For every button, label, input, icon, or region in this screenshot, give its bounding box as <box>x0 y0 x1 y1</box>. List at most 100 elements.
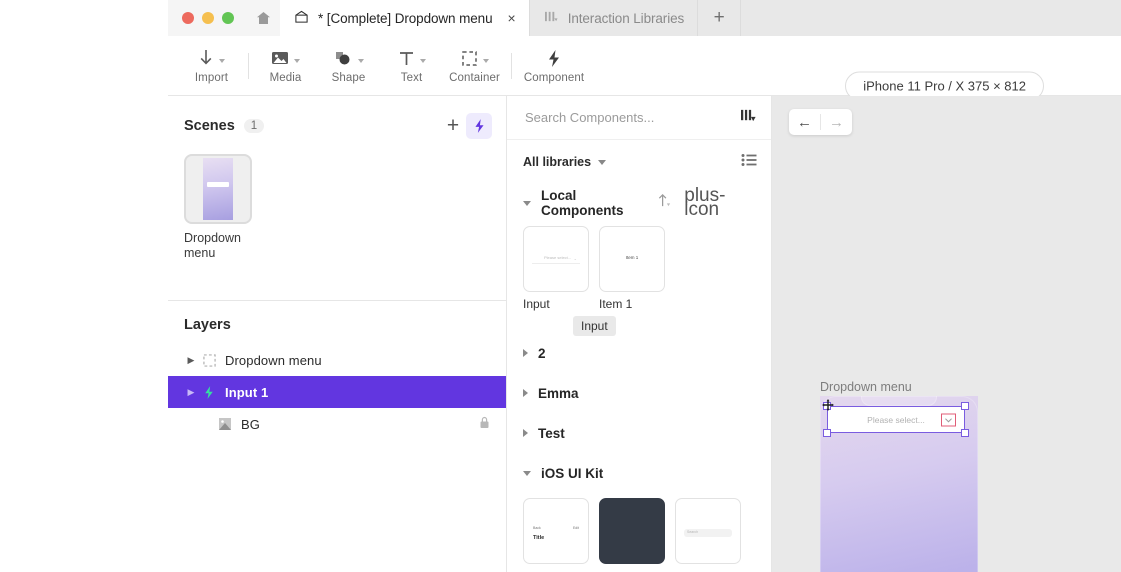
component-preview-text: Item 1 <box>625 255 639 260</box>
app-window: * [Complete] Dropdown menu × Interaction… <box>168 0 1121 572</box>
group-header-2[interactable]: 2 <box>507 333 771 373</box>
lightning-bolt-icon <box>546 47 562 69</box>
library-select[interactable]: All libraries <box>523 155 607 169</box>
resize-handle-bottom-right[interactable] <box>961 429 969 437</box>
interaction-bars-icon[interactable] <box>740 108 757 128</box>
layer-row[interactable]: ▶ Dropdown menu <box>168 344 506 376</box>
tab-complete-dropdown-menu[interactable]: * [Complete] Dropdown menu × <box>280 0 530 36</box>
scenes-header: Scenes 1 + <box>168 96 506 142</box>
component-item-item1[interactable]: Item 1 Item 1 <box>599 226 665 311</box>
chevron-right-icon[interactable]: ▶ <box>184 387 198 398</box>
layer-row-label: BG <box>241 416 260 432</box>
scenes-title: Scenes <box>184 118 235 134</box>
component-item-nav-title[interactable]: Back Edit Title <box>523 498 589 564</box>
component-preview-back: Back <box>533 526 541 530</box>
chevron-down-icon: ⌄ <box>573 256 577 261</box>
tab-interaction-libraries[interactable]: Interaction Libraries <box>529 0 699 36</box>
layer-row-selected[interactable]: ▶ Input 1 <box>168 376 506 408</box>
toolbar-item-label: Component <box>523 72 585 84</box>
home-icon[interactable] <box>246 0 280 36</box>
toolbar-text-button[interactable]: Text <box>380 40 443 92</box>
scenes-list: Dropdown menu <box>168 142 506 300</box>
layer-row-label: Dropdown menu <box>225 352 322 368</box>
component-preview-placeholder: Search <box>687 530 699 534</box>
scene-preview-graphic <box>203 158 233 220</box>
chevron-down-icon <box>941 413 956 426</box>
scene-item-label: Dropdown menu <box>184 231 241 260</box>
layers-title: Layers <box>184 317 231 333</box>
component-thumbnail[interactable]: Item 1 <box>599 226 665 292</box>
group-label: iOS UI Kit <box>541 465 604 481</box>
image-icon <box>271 47 300 69</box>
search-components-input[interactable] <box>523 109 740 126</box>
canvas-area[interactable]: ← → Dropdown menu <box>772 96 1121 572</box>
toolbar-item-label: Import <box>194 72 229 84</box>
scene-interactions-button[interactable] <box>466 113 492 139</box>
lightning-bolt-icon <box>198 385 220 400</box>
window-controls <box>168 0 246 36</box>
component-preview-placeholder: Please select... <box>544 255 572 260</box>
shape-circle-icon <box>334 47 364 69</box>
layer-row[interactable]: BG <box>168 408 506 440</box>
chevron-right-icon <box>523 349 528 357</box>
group-header-test[interactable]: Test <box>507 413 771 453</box>
group-header-ios-ui-kit[interactable]: iOS UI Kit <box>507 453 771 493</box>
lock-icon[interactable] <box>479 416 490 432</box>
components-search-bar <box>507 96 771 140</box>
group-header-emma[interactable]: Emma <box>507 373 771 413</box>
page-background <box>0 0 168 572</box>
chevron-right-icon[interactable]: ▶ <box>184 355 198 366</box>
component-item-dark-block[interactable] <box>599 498 665 564</box>
library-filter-bar: All libraries <box>507 140 771 184</box>
chevron-right-icon <box>523 389 528 397</box>
chevron-right-icon <box>523 429 528 437</box>
resize-handle-top-right[interactable] <box>961 402 969 410</box>
toolbar-container-button[interactable]: Container <box>443 40 506 92</box>
select-field[interactable]: Please select... <box>827 406 965 433</box>
arrow-right-icon[interactable]: → <box>821 109 852 135</box>
add-scene-button[interactable]: + <box>440 113 466 139</box>
new-tab-button[interactable]: + <box>698 0 742 36</box>
artboard-label[interactable]: Dropdown menu <box>820 380 912 394</box>
group-label: Local Components <box>541 188 624 218</box>
close-icon[interactable]: × <box>508 11 516 25</box>
scene-thumbnail[interactable] <box>184 154 252 224</box>
title-bar: * [Complete] Dropdown menu × Interaction… <box>168 0 1121 36</box>
group-header-local-components[interactable]: Local Components plus-icon <box>507 184 771 222</box>
app-root: * [Complete] Dropdown menu × Interaction… <box>0 0 1121 572</box>
component-thumbnail[interactable] <box>599 498 665 564</box>
group-label: Emma <box>538 385 579 401</box>
scene-item[interactable]: Dropdown menu <box>184 154 252 261</box>
canvas-navigation: ← → <box>789 109 852 135</box>
minimize-window-button[interactable] <box>202 12 214 24</box>
chevron-down-icon <box>219 58 225 63</box>
chevron-down-icon <box>523 470 531 476</box>
tooltip-area: Input <box>507 311 771 336</box>
sort-arrow-icon[interactable] <box>657 193 672 213</box>
main-toolbar: Import Media Shape Text Container Compon… <box>168 36 1121 101</box>
close-window-button[interactable] <box>182 12 194 24</box>
image-placeholder-icon <box>214 417 236 431</box>
maximize-window-button[interactable] <box>222 12 234 24</box>
selected-input-component[interactable]: Please select... <box>822 399 969 437</box>
group-label: 2 <box>538 345 546 361</box>
toolbar-item-label: Text <box>400 72 423 84</box>
component-item-search-field[interactable]: Search <box>675 498 741 564</box>
add-component-button[interactable]: plus-icon <box>684 186 757 219</box>
toolbar-shape-button[interactable]: Shape <box>317 40 380 92</box>
arrow-left-icon[interactable]: ← <box>789 109 820 135</box>
toolbar-import-button[interactable]: Import <box>180 40 243 92</box>
text-t-icon <box>398 47 426 69</box>
component-item-input[interactable]: Please select... ⌄ Input <box>523 226 589 311</box>
component-thumbnail[interactable]: Back Edit Title <box>523 498 589 564</box>
component-thumbnail[interactable]: Search <box>675 498 741 564</box>
list-view-icon[interactable] <box>741 153 757 172</box>
toolbar-media-button[interactable]: Media <box>254 40 317 92</box>
toolbar-item-label: Container <box>449 72 500 84</box>
toolbar-component-button[interactable]: Component <box>517 40 591 92</box>
tab-strip: * [Complete] Dropdown menu × Interaction… <box>280 0 1121 36</box>
layer-row-label: Input 1 <box>225 384 269 400</box>
scenes-count-badge: 1 <box>243 119 265 133</box>
resize-handle-bottom-left[interactable] <box>823 429 831 437</box>
component-thumbnail[interactable]: Please select... ⌄ <box>523 226 589 292</box>
